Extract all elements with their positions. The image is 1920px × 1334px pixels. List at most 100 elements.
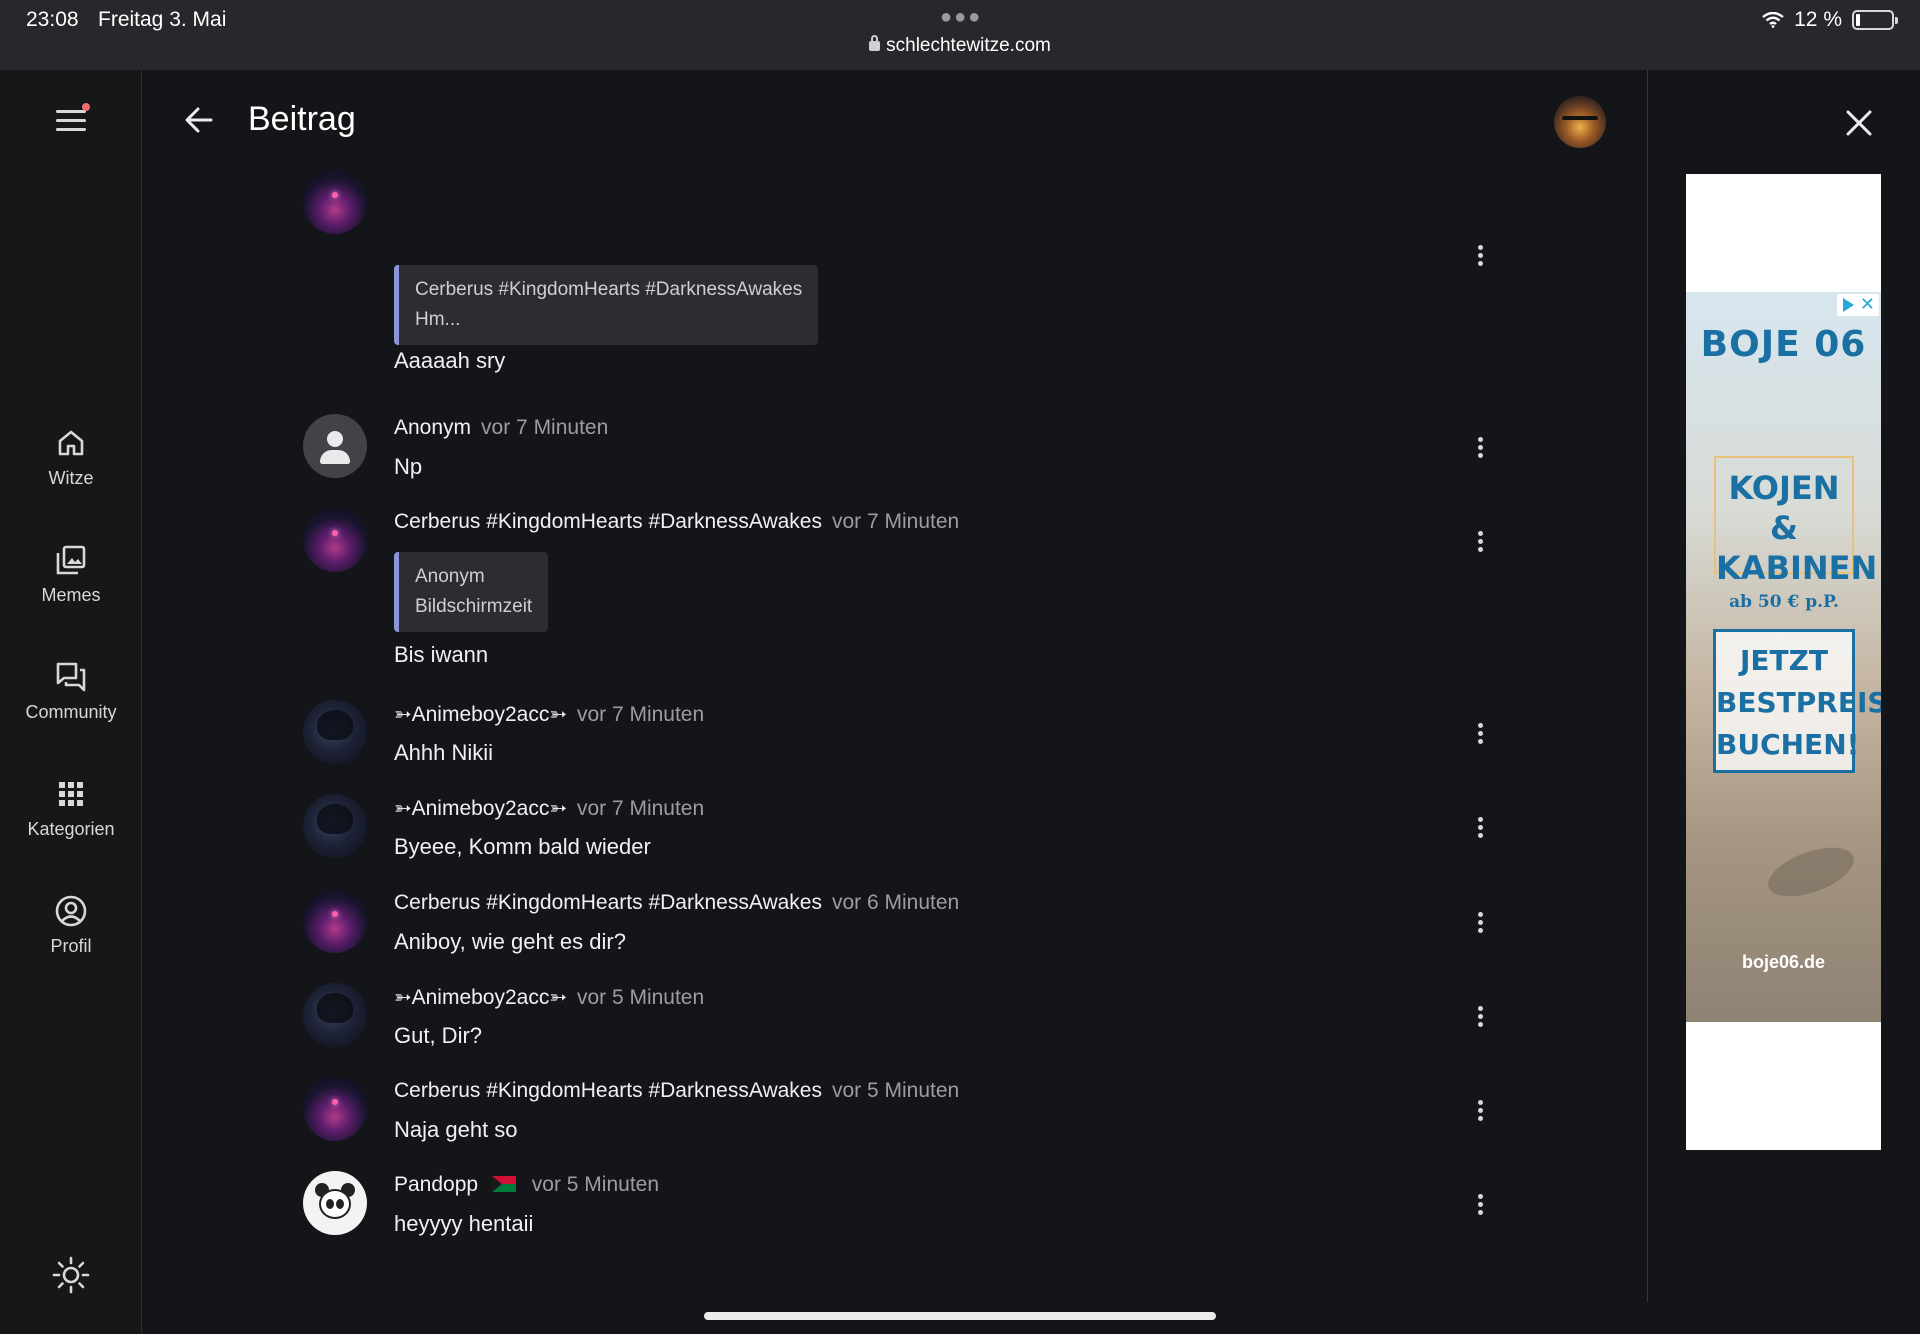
sidebar-item-label: Profil [50,936,92,956]
wifi-icon [1762,12,1784,28]
chat-bubbles-icon [56,662,86,692]
account-circle-icon [55,895,87,927]
avatar[interactable] [303,170,367,234]
ad-panel: ✕ BOJE 06 KOJEN & KABINEN ab 50 € p.P. J… [1648,70,1920,1334]
comment-time: vor 6 Minuten [831,891,960,914]
reply-quote[interactable]: Cerberus #KingdomHearts #DarknessAwakes … [394,265,819,345]
grid-icon [59,782,83,806]
more-options-icon[interactable] [1468,814,1492,844]
multitasking-dots-icon[interactable]: ●●● [940,6,982,29]
avatar[interactable] [303,1171,367,1235]
comment-text: heyyyy hentaii [394,1211,534,1236]
quote-author: Anonym [415,566,485,587]
comment-item: ➳Animeboy2acc➳ vor 7 Minuten Ahhh Nikii [143,696,1647,776]
sidebar-item-profil[interactable]: Profil [0,894,142,957]
comment-author[interactable]: ➳Animeboy2acc➳ [394,797,567,820]
comment-author[interactable]: Anonym [394,416,471,439]
sidebar-item-witze[interactable]: Witze [0,426,142,489]
avatar[interactable] [303,794,367,858]
comment-author[interactable]: Cerberus #KingdomHearts #DarknessAwakes [394,891,822,914]
ad-brand: BOJE 06 [1700,324,1867,365]
home-indicator[interactable] [704,1312,1216,1320]
url-text: schlechtewitze.com [886,35,1051,56]
avatar[interactable] [303,1077,367,1141]
comment-item: ➳Animeboy2acc➳ vor 5 Minuten Gut, Dir? [143,979,1647,1059]
comment-item: Cerberus #KingdomHearts #DarknessAwakes v… [143,504,1647,674]
sidebar-item-memes[interactable]: Memes [0,543,142,606]
comment-time: vor 5 Minuten [531,1173,660,1196]
user-avatar[interactable] [1554,96,1606,148]
sand-footprint [1761,837,1861,907]
comment-item: Cerberus #KingdomHearts #DarknessAwakes … [143,170,1647,390]
theme-toggle-sun-icon[interactable] [52,1256,90,1294]
avatar[interactable] [303,414,367,478]
comment-time: vor 5 Minuten [576,986,705,1009]
avatar[interactable] [303,508,367,572]
comment-author[interactable]: Pandopp [394,1173,478,1196]
ad-banner[interactable]: ✕ BOJE 06 KOJEN & KABINEN ab 50 € p.P. J… [1686,174,1881,1150]
more-options-icon[interactable] [1468,1003,1492,1033]
comment-time: vor 7 Minuten [831,510,960,533]
ad-offer-box: KOJEN & KABINEN ab 50 € p.P. [1714,456,1877,612]
sidebar-item-label: Witze [48,468,94,488]
image-gallery-icon [56,545,86,575]
more-options-icon[interactable] [1468,1097,1492,1127]
more-options-icon[interactable] [1468,242,1492,272]
comment-item: ➳Animeboy2acc➳ vor 7 Minuten Byeee, Komm … [143,790,1647,870]
battery-percent: 12 % [1794,8,1842,31]
comment-time: vor 7 Minuten [576,703,705,726]
comment-text: Ahhh Nikii [394,740,494,765]
comment-item: Cerberus #KingdomHearts #DarknessAwakes v… [143,885,1647,965]
header: Beitrag [143,70,1647,174]
sidebar-item-community[interactable]: Community [0,660,142,723]
comment-author[interactable]: ➳Animeboy2acc➳ [394,986,567,1009]
more-options-icon[interactable] [1468,434,1492,464]
comment-item: Pandopp vor 5 Minuten heyyyy hentaii [143,1167,1647,1247]
comment-item: Cerberus #KingdomHearts #DarknessAwakes v… [143,1073,1647,1153]
adchoices-icon[interactable]: ✕ [1837,294,1879,316]
sidebar-item-label: Kategorien [27,819,115,839]
avatar[interactable] [303,889,367,953]
comment-text: Bis iwann [394,642,489,667]
ad-image[interactable]: ✕ BOJE 06 KOJEN & KABINEN ab 50 € p.P. J… [1686,292,1881,1022]
close-icon[interactable] [1844,108,1874,138]
notification-dot [82,103,90,111]
ad-url: boje06.de [1741,952,1826,972]
more-options-icon[interactable] [1468,720,1492,750]
ad-price: ab 50 € p.P. [1729,592,1839,612]
status-indicators: 12 % [1762,8,1898,32]
battery-icon [1852,10,1898,30]
comment-text: Aniboy, wie geht es dir? [394,929,626,954]
back-arrow-icon[interactable] [183,104,215,136]
comment-time: vor 7 Minuten [481,416,609,439]
comment-text: Np [394,454,423,479]
reply-quote[interactable]: Anonym Bildschirmzeit [394,552,549,632]
quote-author: Cerberus #KingdomHearts #DarknessAwakes [415,279,803,300]
home-icon [58,430,84,456]
quote-text: Hm... [415,309,461,330]
clock: 23:08 [26,8,79,31]
hamburger-menu-icon[interactable] [56,110,86,134]
flag-icon [491,1176,516,1192]
sidebar-item-label: Memes [41,585,101,605]
more-options-icon[interactable] [1468,909,1492,939]
avatar[interactable] [303,983,367,1047]
quote-text: Bildschirmzeit [415,596,533,617]
sidebar: Witze Memes Community Kategorien Profil [0,70,142,1334]
comment-text: Aaaaah sry [394,348,506,373]
more-options-icon[interactable] [1468,1191,1492,1221]
address-bar[interactable]: schlechtewitze.com [0,35,1920,57]
ad-headline: KOJEN & KABINEN [1716,469,1878,587]
status-bar: 23:08 Freitag 3. Mai ●●● schlechtewitze.… [0,0,1920,70]
comment-author[interactable]: ➳Animeboy2acc➳ [394,703,567,726]
sidebar-item-kategorien[interactable]: Kategorien [0,777,142,840]
comment-text: Byeee, Komm bald wieder [394,834,651,859]
more-options-icon[interactable] [1468,528,1492,558]
comment-author[interactable]: Cerberus #KingdomHearts #DarknessAwakes [394,510,822,533]
comment-time: vor 7 Minuten [576,797,705,820]
comment-time: vor 5 Minuten [831,1079,960,1102]
avatar[interactable] [303,700,367,764]
main-content: Beitrag Cerberus #KingdomHearts #Darknes… [143,70,1648,1334]
comment-author[interactable]: Cerberus #KingdomHearts #DarknessAwakes [394,1079,822,1102]
ad-cta-button[interactable]: JETZT BESTPREIS BUCHEN! [1713,629,1881,773]
